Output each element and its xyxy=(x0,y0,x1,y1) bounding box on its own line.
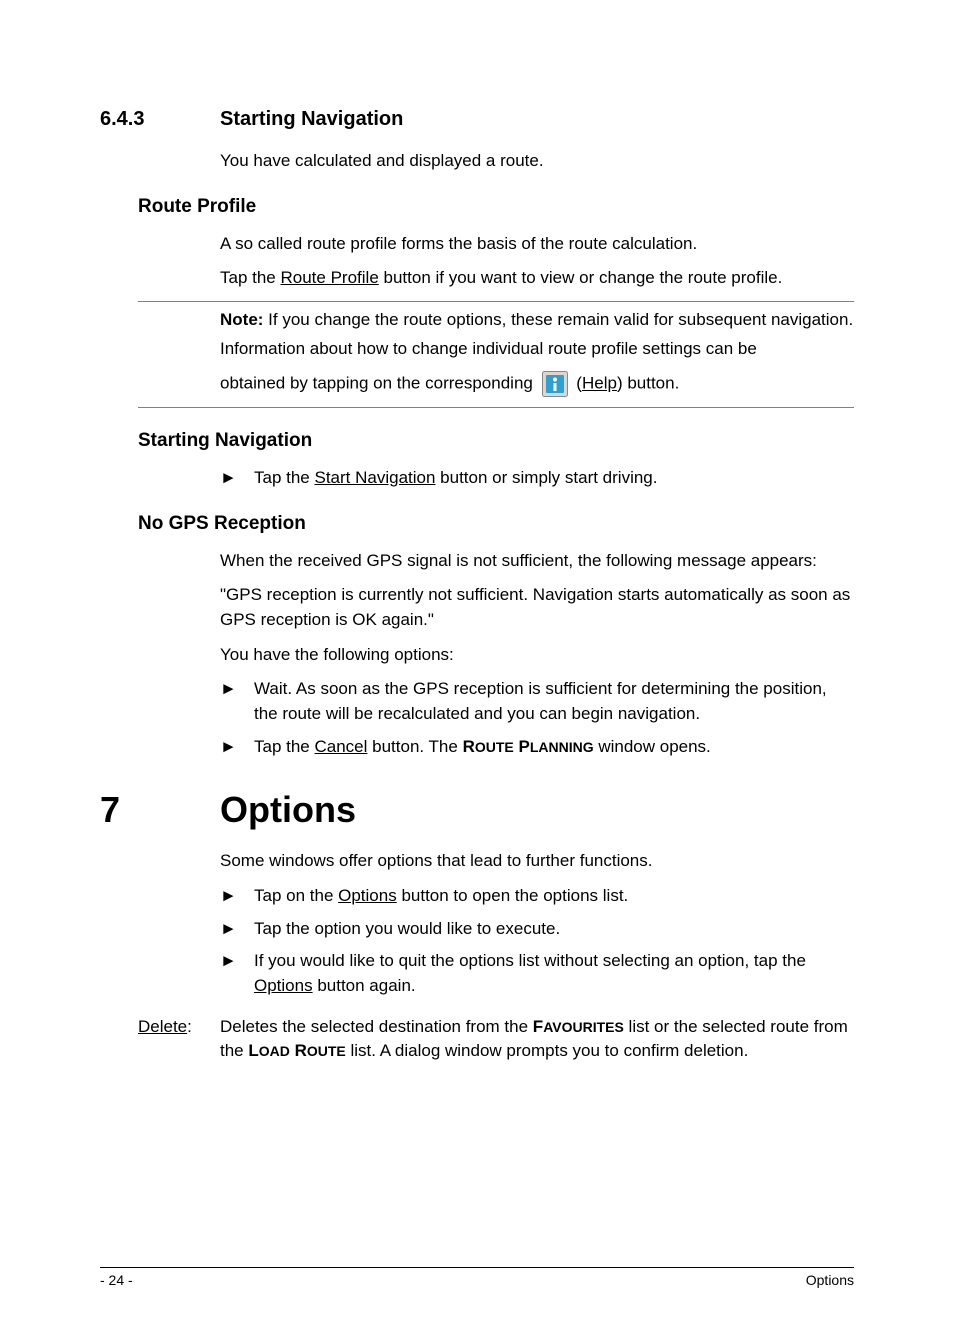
text: Tap on the xyxy=(254,886,338,905)
help-link: Help xyxy=(582,374,617,393)
section-intro: You have calculated and displayed a rout… xyxy=(220,149,854,174)
text: button or simply start driving. xyxy=(435,468,657,487)
no-gps-p3: You have the following options: xyxy=(220,643,854,668)
route-profile-link: Route Profile xyxy=(281,268,379,287)
starting-navigation-heading: Starting Navigation xyxy=(138,430,312,451)
text: list. A dialog window prompts you to con… xyxy=(346,1041,749,1060)
chapter7-bullet-3: ► If you would like to quit the options … xyxy=(220,949,854,998)
note-label: Note: xyxy=(220,310,263,329)
text: button to open the options list. xyxy=(397,886,629,905)
bullet-text: Tap the Cancel button. The ROUTE PLANNIN… xyxy=(254,735,854,760)
sc: P xyxy=(514,737,530,756)
bullet-marker: ► xyxy=(220,677,254,726)
def-body: Deletes the selected destination from th… xyxy=(220,1015,854,1064)
bullet-marker: ► xyxy=(220,917,254,942)
note-line-2: Information about how to change individu… xyxy=(220,337,854,362)
no-gps-p2: "GPS reception is currently not sufficie… xyxy=(220,583,854,632)
text: button if you want to view or change the… xyxy=(379,268,783,287)
bullet-marker: ► xyxy=(220,735,254,760)
text: If you would like to quit the options li… xyxy=(254,951,806,970)
start-navigation-link: Start Navigation xyxy=(315,468,436,487)
bullet-text: Tap on the Options button to open the op… xyxy=(254,884,854,909)
no-gps-heading-row: No GPS Reception xyxy=(138,513,854,535)
text: obtained by tapping on the corresponding xyxy=(220,374,538,393)
text: Deletes the selected destination from th… xyxy=(220,1017,533,1036)
starting-navigation-heading-row: Starting Navigation xyxy=(138,430,854,452)
sc: R xyxy=(290,1041,307,1060)
text: button again. xyxy=(313,976,416,995)
route-profile-p2: Tap the Route Profile button if you want… xyxy=(220,266,854,291)
route-profile-heading: Route Profile xyxy=(138,196,256,217)
text: Tap the xyxy=(254,468,315,487)
section-number: 6.4.3 xyxy=(100,108,144,130)
page-number: - 24 - xyxy=(100,1272,133,1288)
sc: R xyxy=(463,737,475,756)
chapter-number: 7 xyxy=(100,789,220,831)
chapter7-bullet-2: ► Tap the option you would like to execu… xyxy=(220,917,854,942)
start-nav-bullet: ► Tap the Start Navigation button or sim… xyxy=(220,466,854,491)
route-profile-heading-row: Route Profile xyxy=(138,196,854,218)
bullet-text: If you would like to quit the options li… xyxy=(254,949,854,998)
no-gps-heading: No GPS Reception xyxy=(138,513,306,534)
cancel-link: Cancel xyxy=(315,737,368,756)
route-planning-label: ROUTE PLANNING xyxy=(463,737,594,756)
def-term-wrap: Delete: xyxy=(138,1015,220,1064)
text: Tap the xyxy=(220,268,281,287)
help-icon xyxy=(542,371,568,397)
chapter7-p1: Some windows offer options that lead to … xyxy=(220,849,854,874)
bullet-marker: ► xyxy=(220,466,254,491)
chapter7-bullet-1: ► Tap on the Options button to open the … xyxy=(220,884,854,909)
section-title: Starting Navigation xyxy=(220,108,403,130)
delete-definition: Delete: Deletes the selected destination… xyxy=(138,1015,854,1064)
sc: OAD xyxy=(259,1043,290,1059)
section-6-4-3-heading: 6.4.3 Starting Navigation xyxy=(100,108,854,131)
note-line-3: obtained by tapping on the corresponding… xyxy=(220,371,854,397)
sc: F xyxy=(533,1017,543,1036)
note-line-1: Note: If you change the route options, t… xyxy=(220,308,854,333)
favourites-label: FAVOURITES xyxy=(533,1017,624,1036)
bullet-text: Wait. As soon as the GPS reception is su… xyxy=(254,677,854,726)
chapter-title: Options xyxy=(220,789,356,831)
paren-open: ( xyxy=(572,374,582,393)
options-link: Options xyxy=(338,886,397,905)
paren-close: ) button. xyxy=(617,374,679,393)
route-profile-p1: A so called route profile forms the basi… xyxy=(220,232,854,257)
note-divider-bottom xyxy=(138,407,854,408)
sc: OUTE xyxy=(307,1043,346,1059)
def-sep: : xyxy=(187,1017,192,1036)
load-route-label: LOAD ROUTE xyxy=(248,1041,345,1060)
sc: LANNING xyxy=(530,739,594,755)
text: window opens. xyxy=(594,737,711,756)
note-body: If you change the route options, these r… xyxy=(263,310,853,329)
bullet-marker: ► xyxy=(220,949,254,998)
bullet-text: Tap the option you would like to execute… xyxy=(254,917,854,942)
sc: OUTE xyxy=(475,739,514,755)
page-footer: - 24 - Options xyxy=(100,1267,854,1288)
footer-section: Options xyxy=(806,1272,854,1288)
text: button. The xyxy=(367,737,462,756)
def-term: Delete xyxy=(138,1017,187,1036)
bullet-marker: ► xyxy=(220,884,254,909)
no-gps-bullet-2: ► Tap the Cancel button. The ROUTE PLANN… xyxy=(220,735,854,760)
no-gps-bullet-1: ► Wait. As soon as the GPS reception is … xyxy=(220,677,854,726)
no-gps-p1: When the received GPS signal is not suff… xyxy=(220,549,854,574)
bullet-text: Tap the Start Navigation button or simpl… xyxy=(254,466,854,491)
note-block: Note: If you change the route options, t… xyxy=(220,302,854,397)
options-link: Options xyxy=(254,976,313,995)
chapter-7-heading: 7 Options xyxy=(100,789,854,831)
sc: AVOURITES xyxy=(543,1019,624,1035)
sc: L xyxy=(248,1041,258,1060)
text: Tap the xyxy=(254,737,315,756)
